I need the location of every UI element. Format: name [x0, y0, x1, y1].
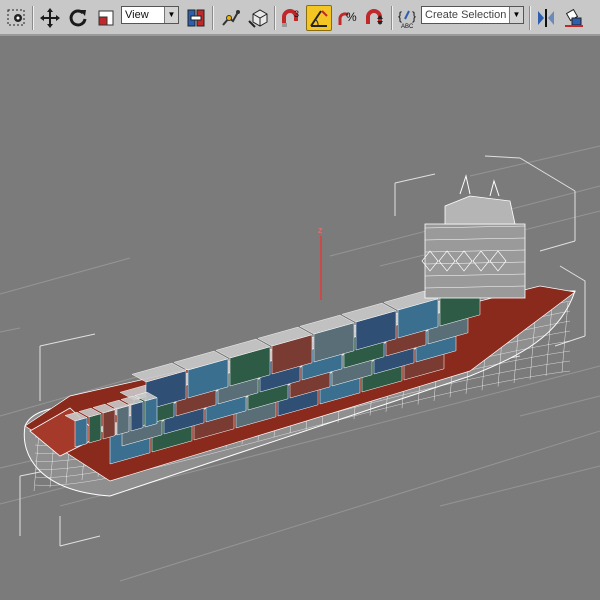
- named-selection-dropdown[interactable]: Create Selection Set ▼: [421, 6, 524, 24]
- bracket-line: [484, 155, 521, 159]
- unlink-selection-icon[interactable]: [245, 5, 271, 31]
- container: [130, 401, 144, 432]
- spinner-snap-icon[interactable]: [362, 5, 388, 31]
- chevron-down-icon: ▼: [509, 7, 523, 23]
- reference-coordinate-dropdown[interactable]: View ▼: [121, 6, 179, 24]
- container: [102, 409, 116, 440]
- svg-text:{: {: [398, 9, 402, 23]
- container: [74, 417, 88, 448]
- container: [88, 413, 102, 444]
- svg-text:}: }: [412, 9, 416, 23]
- grid-line: [0, 327, 21, 333]
- transform-gizmo: z: [318, 225, 323, 300]
- grid-line: [469, 145, 600, 177]
- select-and-move-icon[interactable]: [37, 5, 63, 31]
- grid-line: [519, 395, 600, 417]
- svg-text:ABC: ABC: [401, 24, 414, 29]
- use-pivot-center-icon[interactable]: [183, 5, 209, 31]
- container: [144, 397, 158, 428]
- grid-line: [0, 485, 71, 505]
- edit-named-selections-icon[interactable]: {} ABC: [395, 5, 421, 31]
- svg-text:3: 3: [294, 9, 299, 19]
- mast: [459, 174, 500, 197]
- svg-text:%: %: [346, 10, 357, 24]
- select-and-rotate-icon[interactable]: [65, 5, 91, 31]
- grid-line: [0, 257, 131, 295]
- toolbar-separator: [274, 6, 276, 30]
- axis-z-label: z: [318, 225, 323, 235]
- toolbar-separator: [529, 6, 531, 30]
- snaps-toggle-icon[interactable]: 3: [278, 5, 304, 31]
- select-and-link-icon[interactable]: [217, 5, 243, 31]
- wireframe-scene: z: [0, 145, 600, 582]
- align-icon[interactable]: [561, 5, 587, 31]
- bracket-line: [59, 516, 101, 547]
- toolbar-separator: [32, 6, 34, 30]
- chevron-down-icon: ▼: [164, 7, 178, 23]
- toolbar-separator: [212, 6, 214, 30]
- perspective-viewport[interactable]: z: [0, 36, 600, 600]
- angle-snap-toggle-icon[interactable]: [306, 5, 332, 31]
- select-and-scale-icon[interactable]: [93, 5, 119, 31]
- container: [116, 405, 130, 436]
- grid-line: [439, 465, 600, 507]
- ship-superstructure: [421, 174, 526, 299]
- mirror-icon[interactable]: [533, 5, 559, 31]
- toolbar-separator: [391, 6, 393, 30]
- percent-snap-icon[interactable]: %: [334, 5, 360, 31]
- wheelhouse: [444, 195, 516, 225]
- main-toolbar: View ▼ 3 % {} ABC Create Selection Set ▼: [0, 0, 600, 36]
- bracket-line: [394, 173, 436, 216]
- select-object-icon[interactable]: [4, 5, 30, 31]
